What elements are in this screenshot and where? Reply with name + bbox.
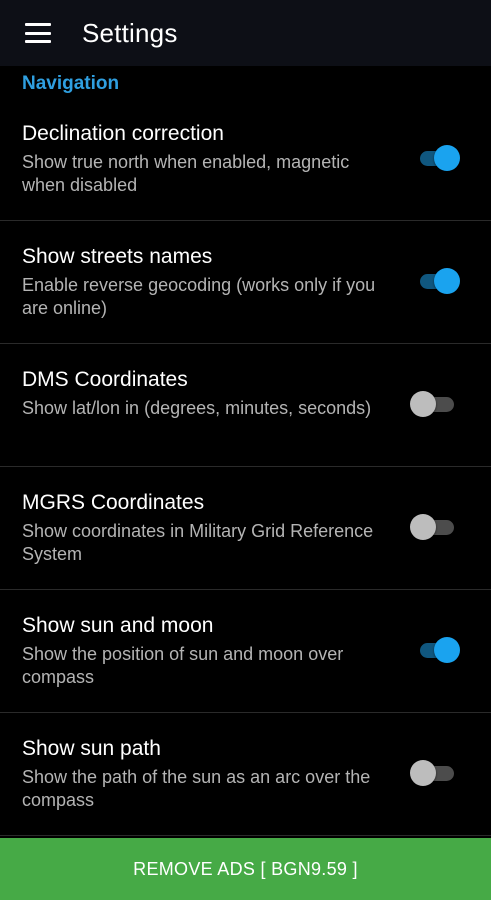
switch-thumb (410, 514, 436, 540)
setting-summary: Show coordinates in Military Grid Refere… (22, 521, 374, 564)
settings-list: Declination correction Show true north w… (0, 98, 491, 836)
section-header-navigation: Navigation (22, 73, 120, 94)
switch-thumb (434, 268, 460, 294)
setting-title: DMS Coordinates (22, 368, 188, 391)
toggle-declination-correction[interactable] (410, 143, 460, 173)
hamburger-menu-icon[interactable] (25, 23, 51, 43)
toggle-mgrs-coordinates[interactable] (410, 512, 454, 542)
toggle-dms-coordinates[interactable] (410, 389, 454, 419)
setting-dms-coordinates[interactable]: DMS Coordinates Show lat/lon in (degrees… (0, 344, 491, 467)
switch-thumb (434, 145, 460, 171)
switch-thumb (410, 391, 436, 417)
remove-ads-button[interactable]: REMOVE ADS [ BGN9.59 ] (0, 838, 491, 900)
setting-title: Show sun path (22, 737, 161, 760)
toggle-show-streets-names[interactable] (410, 266, 460, 296)
setting-title: Declination correction (22, 122, 224, 145)
remove-ads-label: REMOVE ADS [ BGN9.59 ] (133, 858, 358, 879)
toggle-show-sun-path[interactable] (410, 758, 454, 788)
setting-show-sun-path[interactable]: Show sun path Show the path of the sun a… (0, 713, 491, 836)
app-toolbar: Settings (0, 0, 491, 66)
setting-declination-correction[interactable]: Declination correction Show true north w… (0, 98, 491, 221)
switch-thumb (434, 637, 460, 663)
setting-title: Show sun and moon (22, 614, 214, 637)
setting-mgrs-coordinates[interactable]: MGRS Coordinates Show coordinates in Mil… (0, 467, 491, 590)
setting-summary: Show the path of the sun as an arc over … (22, 767, 371, 810)
setting-show-sun-and-moon[interactable]: Show sun and moon Show the position of s… (0, 590, 491, 713)
setting-title: MGRS Coordinates (22, 491, 205, 514)
setting-summary: Show lat/lon in (degrees, minutes, secon… (22, 398, 372, 418)
setting-show-streets-names[interactable]: Show streets names Enable reverse geocod… (0, 221, 491, 344)
setting-title: Show streets names (22, 245, 213, 268)
toggle-show-sun-and-moon[interactable] (410, 635, 460, 665)
setting-summary: Enable reverse geocoding (works only if … (22, 275, 376, 318)
page-title: Settings (82, 17, 178, 48)
switch-thumb (410, 760, 436, 786)
setting-summary: Show the position of sun and moon over c… (22, 644, 344, 687)
setting-summary: Show true north when enabled, magnetic w… (22, 152, 350, 195)
